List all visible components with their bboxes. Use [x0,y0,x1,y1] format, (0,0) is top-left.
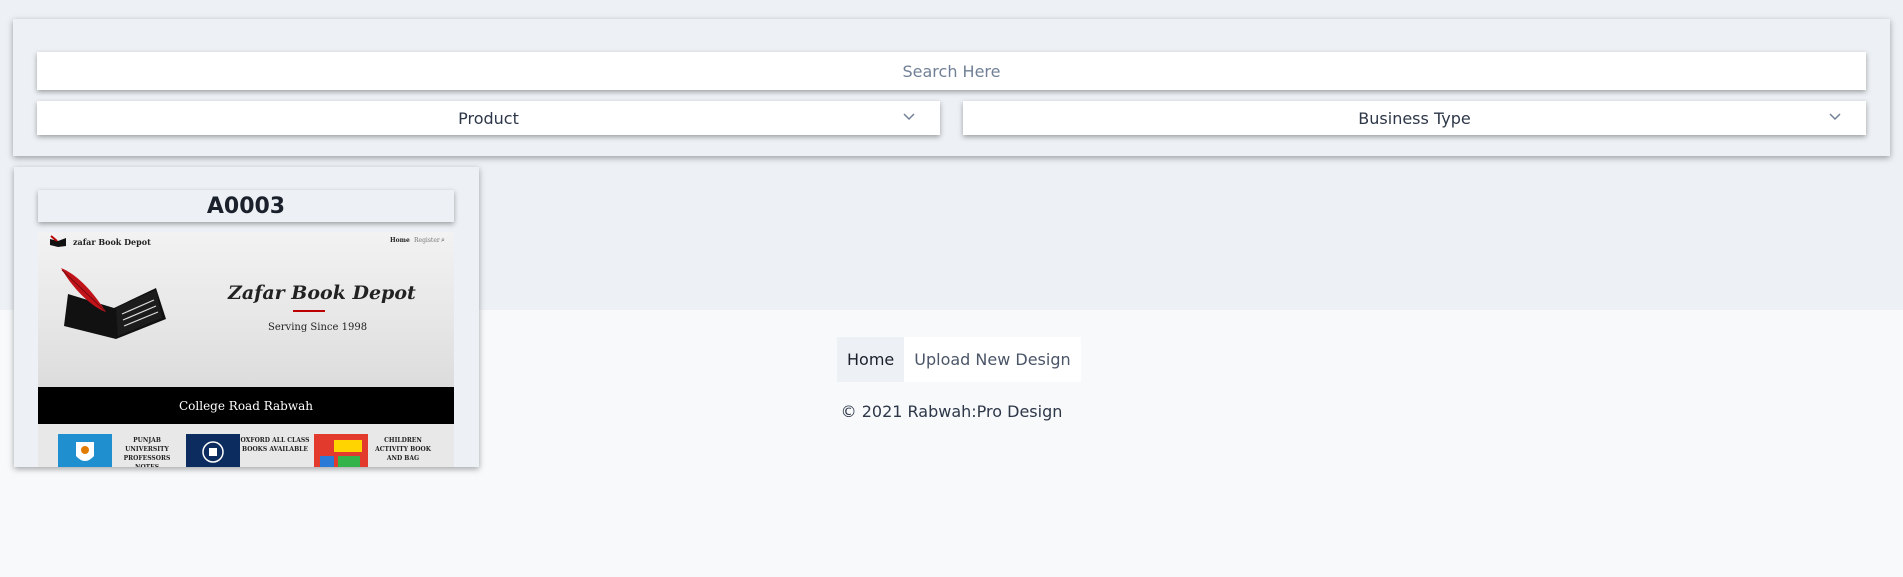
design-code: A0003 [38,190,454,222]
preview-hero-title: Zafar Book Depot [228,282,416,304]
university-crest-icon [58,434,112,467]
preview-hero-divider [293,310,325,312]
product-select-label: Product [458,108,519,128]
design-preview-image[interactable]: zafar Book Depot Home Register ⌕ Zafar B… [38,232,454,467]
filter-panel: Search Here Product Business Type [13,19,1890,156]
chevron-down-icon [903,113,915,121]
design-card[interactable]: A0003 zafar Book Depot Home Register ⌕ Z… [14,167,479,467]
chevron-down-icon [1829,113,1841,121]
copyright-text: © 2021 Rabwah:Pro Design [840,402,1063,421]
footer-nav: Home Upload New Design [837,337,1081,382]
search-placeholder: Search Here [902,61,1001,81]
preview-nav: zafar Book Depot Home Register ⌕ [38,232,454,252]
book-quill-icon [61,268,166,339]
preview-hero: zafar Book Depot Home Register ⌕ Zafar B… [38,232,454,387]
search-input[interactable]: Search Here [37,52,1866,90]
product-select[interactable]: Product [37,101,940,135]
nav-upload-design-link[interactable]: Upload New Design [904,337,1081,382]
preview-tile-text: OXFORD ALL CLASS BOOKS AVAILABLE [240,437,310,453]
preview-tile-text: CHILDREN ACTIVITY BOOK AND BAG [375,437,431,462]
preview-nav-home: Home [390,237,410,244]
nav-home-link[interactable]: Home [837,337,905,382]
activity-book-icon [314,434,368,467]
business-type-select[interactable]: Business Type [963,101,1866,135]
search-icon: ⌕ [441,236,445,244]
book-logo-icon [50,235,66,247]
business-type-select-label: Business Type [1358,108,1471,128]
preview-hero-subtitle: Serving Since 1998 [268,322,368,333]
preview-tile-text: PUNJAB UNIVERSITY PROFESSORS NOTES [123,437,171,467]
preview-brand: zafar Book Depot [73,237,151,247]
preview-nav-register: Register [414,237,440,244]
oxford-crest-icon [186,434,240,467]
